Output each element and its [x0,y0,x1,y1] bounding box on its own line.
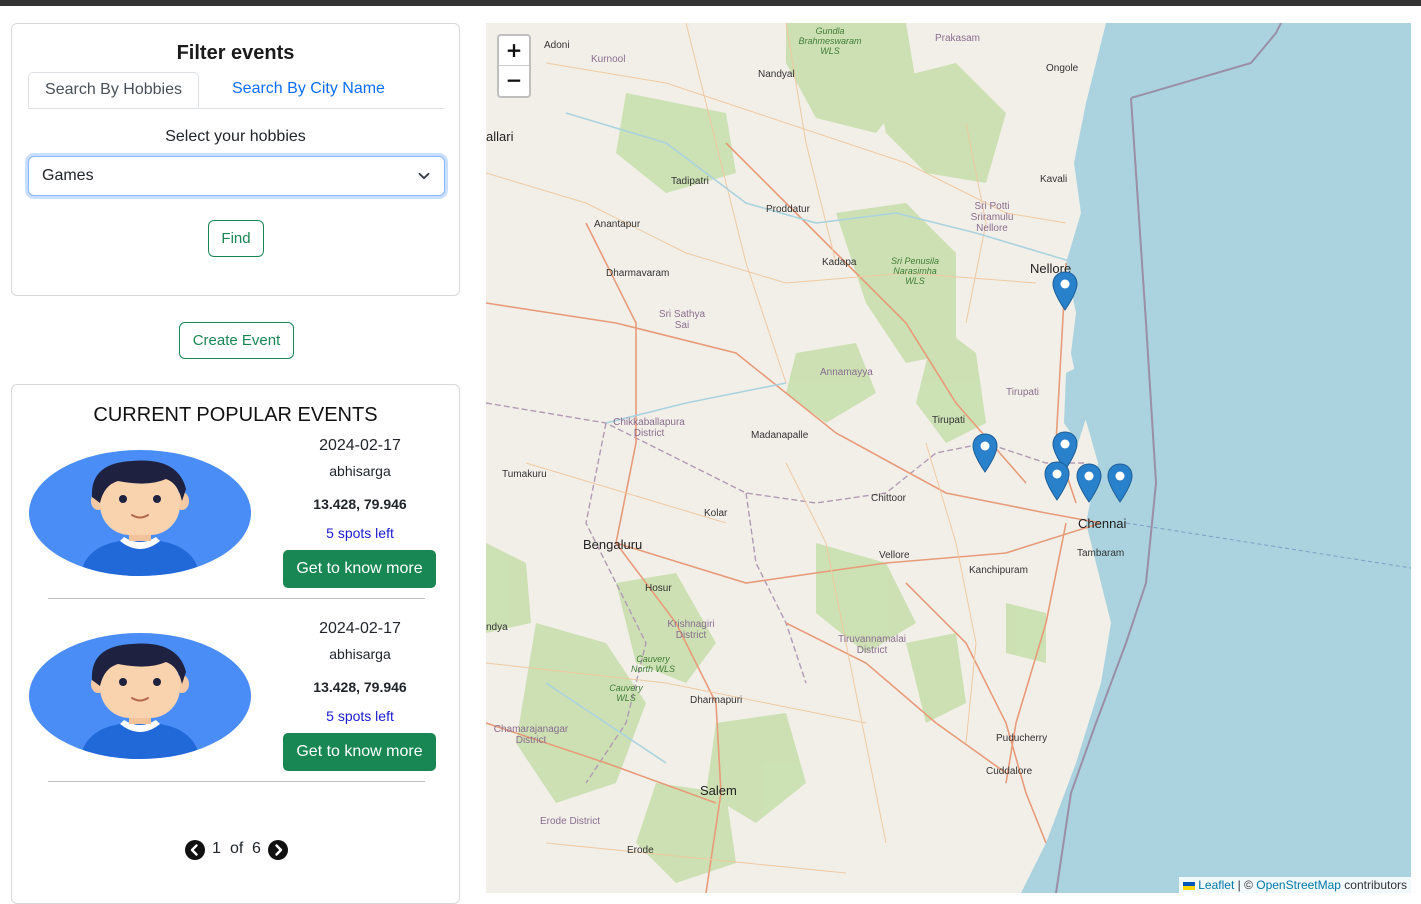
event-item: 2024-02-17 abhisarga 13.428, 79.946 5 sp… [12,437,461,620]
map-label-vellore: Vellore [879,550,910,561]
event-marker-icon[interactable] [1107,463,1133,503]
map-label-erode: Erode [627,845,654,856]
map-label-sri-potti: Sri Potti Sriramulu Nellore [970,201,1014,234]
event-spots-left: 5 spots left [326,525,394,541]
map-label-adoni: Adoni [544,40,570,51]
map-label-ongole: Ongole [1046,63,1079,74]
chevron-right-icon [275,844,283,856]
tab-search-by-hobbies[interactable]: Search By Hobbies [28,72,199,108]
event-marker-icon[interactable] [1052,271,1078,311]
map-label-tirupati: Tirupati [932,415,965,426]
map-label-bengaluru: Bengaluru [583,537,643,552]
event-marker-icon[interactable] [1076,463,1102,503]
map-label-ndya: ndya [486,622,508,633]
ukraine-flag-icon [1183,881,1196,890]
map-label-salem: Salem [700,783,737,798]
map-label-tambaram: Tambaram [1077,548,1125,559]
get-to-know-more-button[interactable]: Get to know more [283,550,436,588]
event-spots-left: 5 spots left [326,708,394,724]
map-label-penusila-wls: Sri Penusila Narasimha WLS [890,256,940,286]
map-label-cauvery-north-wls: Cauvery North WLS [630,654,675,674]
map-label-annamayya: Annamayya [820,367,873,378]
map-label-chittoor: Chittoor [871,493,907,504]
event-coordinates: 13.428, 79.946 [313,679,407,695]
find-button[interactable]: Find [208,220,264,257]
map-view[interactable]: Adoni Kurnool Nandyal Prakasam Ongole al… [486,23,1411,893]
avatar [29,450,251,576]
map-label-kanchipuram: Kanchipuram [969,565,1028,576]
map-label-kavali: Kavali [1040,174,1068,185]
map-label-madanapalle: Madanapalle [751,430,809,441]
map-label-kolar: Kolar [704,508,728,519]
map-label-tiruvannamalai: Tiruvannamalai District [838,634,906,656]
filter-title: Filter events [176,42,295,64]
map-label-anantapur: Anantapur [594,219,641,230]
popular-events-title: CURRENT POPULAR EVENTS [93,404,378,426]
map-label-chennai: Chennai [1078,516,1127,531]
zoom-out-button[interactable]: − [499,66,529,95]
filter-card: Filter events Search By Hobbies Search B… [11,23,460,296]
map-label-gundla-wls: Gundla Brahmeswaram WLS [798,26,862,56]
hobbies-select-label: Select your hobbies [165,128,306,145]
popular-events-card: CURRENT POPULAR EVENTS 2024-02-17 abhisa… [11,384,460,904]
event-coordinates: 13.428, 79.946 [313,496,407,512]
hobbies-select[interactable]: Games [28,156,445,196]
map-label-hosur: Hosur [645,583,672,594]
avatar [29,633,251,759]
map-label-prakasam: Prakasam [935,33,981,44]
map-label-nandyal: Nandyal [758,69,795,80]
create-event-button[interactable]: Create Event [179,322,294,359]
event-marker-icon[interactable] [972,433,998,473]
event-organizer: abhisarga [329,463,391,479]
top-bar [0,0,1421,6]
event-organizer: abhisarga [329,646,391,662]
openstreetmap-link[interactable]: OpenStreetMap [1256,878,1341,892]
map-label-dharmapuri: Dharmapuri [690,695,743,706]
leaflet-link[interactable]: Leaflet [1198,878,1234,892]
get-to-know-more-button[interactable]: Get to know more [283,733,436,771]
zoom-control: + − [497,34,531,98]
map-attribution: Leaflet | © OpenStreetMap contributors [1179,877,1411,893]
divider [48,598,425,599]
map-label-cuddalore: Cuddalore [986,766,1033,777]
current-page: 1 [212,840,221,857]
map-label-krishnagiri: Krishnagiri District [667,619,715,641]
tab-search-by-city-name[interactable]: Search By City Name [216,72,401,108]
pagination: 1 of 6 [185,839,295,861]
prev-page-button[interactable] [185,840,205,860]
map-label-tumakuru: Tumakuru [502,469,547,480]
map-label-chamarajanagar: Chamarajanagar District [493,724,569,746]
map-label-puducherry: Puducherry [996,733,1048,744]
total-pages: 6 [252,840,261,857]
chevron-down-icon [418,172,430,180]
map-label-dharmavaram: Dharmavaram [606,268,670,279]
attribution-contributors: contributors [1340,878,1407,892]
page-of-label: of [230,840,244,857]
map-label-chikkaballapura: Chikkaballapura District [613,417,685,439]
zoom-in-button[interactable]: + [499,36,529,66]
map-label-proddatur: Proddatur [766,204,810,215]
map-tiles [486,23,1411,893]
event-item: 2024-02-17 abhisarga 13.428, 79.946 5 sp… [12,620,461,803]
chevron-left-icon [190,844,198,856]
event-date: 2024-02-17 [319,620,401,637]
hobbies-select-value: Games [42,167,94,184]
event-marker-icon[interactable] [1044,461,1070,501]
next-page-button[interactable] [268,840,288,860]
event-date: 2024-02-17 [319,437,401,454]
map-label-tirupati-district: Tirupati [1006,387,1039,398]
filter-tabs: Search By Hobbies Search By City Name [28,72,445,109]
map-label-cauvery-wls: Cauvery WLS [609,683,643,703]
map-label-kadapa: Kadapa [822,257,857,268]
map-label-erode-district: Erode District [540,816,601,827]
map-label-kurnool: Kurnool [591,54,626,65]
map-label-ballari: allari [486,129,514,144]
divider [48,781,425,782]
map-label-sri-sathya-sai: Sri Sathya Sai [658,309,706,331]
map-label-tadipatri: Tadipatri [671,176,709,187]
attribution-separator: | © [1234,878,1257,892]
